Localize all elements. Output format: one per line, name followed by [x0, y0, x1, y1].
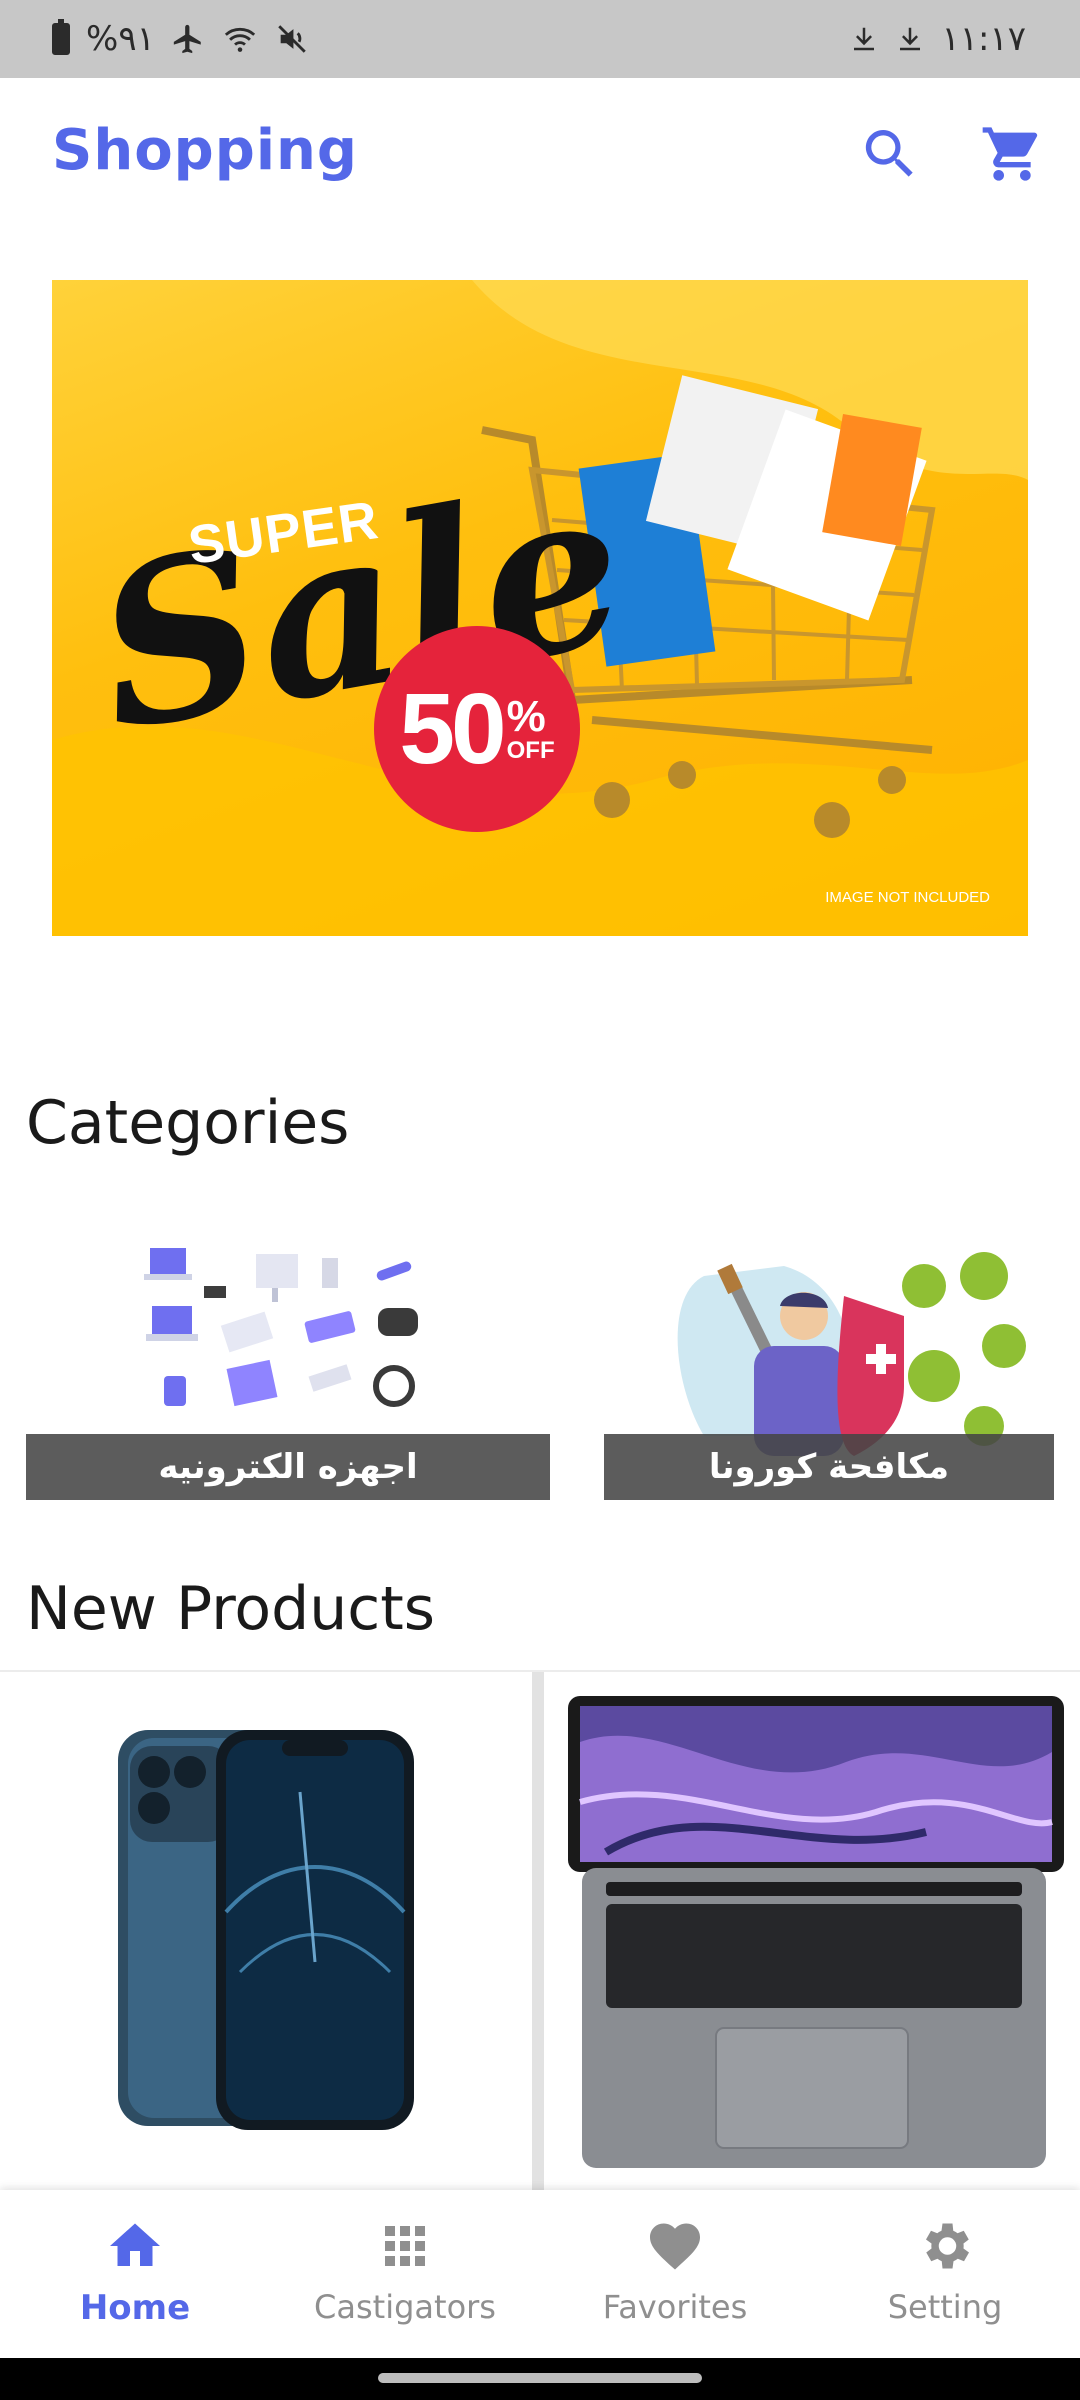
gear-icon	[926, 2223, 969, 2269]
nav-label-home: Home	[79, 2288, 191, 2328]
banner-disclaimer: IMAGE NOT INCLUDED	[825, 889, 990, 906]
promo-banner[interactable]: Sale SUPER 50 % OFF IMAGE NOT INCLUDED	[52, 280, 1028, 936]
app-bar: Shopping	[0, 78, 1080, 228]
product-card[interactable]	[0, 1672, 530, 2192]
clock: ١١:١٧	[941, 19, 1026, 59]
nav-item-favorites[interactable]: Favorites	[540, 2190, 810, 2358]
discount-side: % OFF	[507, 695, 555, 763]
discount-value: 50	[399, 672, 506, 785]
new-products-title: New Products	[26, 1574, 436, 1644]
home-icon	[110, 2223, 160, 2266]
search-icon	[865, 130, 913, 177]
gesture-handle[interactable]	[378, 2373, 702, 2383]
nav-item-setting[interactable]: Setting	[810, 2190, 1080, 2358]
categories-title: Categories	[26, 1088, 350, 1158]
discount-percent: %	[506, 692, 546, 741]
discount-off: OFF	[506, 737, 555, 764]
grid-icon	[385, 2226, 425, 2266]
mute-icon	[278, 25, 306, 53]
category-label: مكافحة كورونا	[604, 1434, 1054, 1500]
download-icon	[900, 27, 921, 51]
category-card-electronics[interactable]: اجهزه الكترونيه	[26, 1236, 550, 1500]
nav-label-castigators: Castigators	[314, 2288, 496, 2326]
cart-button[interactable]	[980, 122, 1044, 186]
status-left: %٩١	[52, 19, 309, 59]
products-grid	[0, 1670, 1080, 2192]
heart-icon	[650, 2223, 700, 2270]
nav-item-home[interactable]: Home	[0, 2190, 270, 2358]
battery-icon	[52, 19, 70, 55]
category-card-corona[interactable]: مكافحة كورونا	[604, 1236, 1054, 1500]
status-right: ١١:١٧	[849, 22, 1026, 56]
cart-icon	[982, 127, 1038, 181]
bottom-navigation: Home Castigators Favorites Setting	[0, 2190, 1080, 2358]
wifi-icon	[224, 27, 255, 52]
search-button[interactable]	[858, 122, 922, 186]
app-title: Shopping	[52, 118, 358, 183]
smartphone-image	[118, 1730, 414, 2130]
discount-badge: 50 % OFF	[374, 626, 580, 832]
nav-label-setting: Setting	[887, 2288, 1003, 2326]
gesture-area	[0, 2358, 1080, 2400]
download-icon	[854, 27, 875, 51]
battery-text: %٩١	[86, 19, 155, 59]
airplane-icon	[173, 24, 201, 54]
nav-label-favorites: Favorites	[602, 2288, 748, 2326]
product-card[interactable]	[546, 1672, 1080, 2192]
category-label: اجهزه الكترونيه	[26, 1434, 550, 1500]
laptop-image	[568, 1696, 1064, 2168]
nav-item-castigators[interactable]: Castigators	[270, 2190, 540, 2358]
status-bar: %٩١ ١١:١٧	[0, 0, 1080, 78]
products-divider	[532, 1672, 544, 2192]
